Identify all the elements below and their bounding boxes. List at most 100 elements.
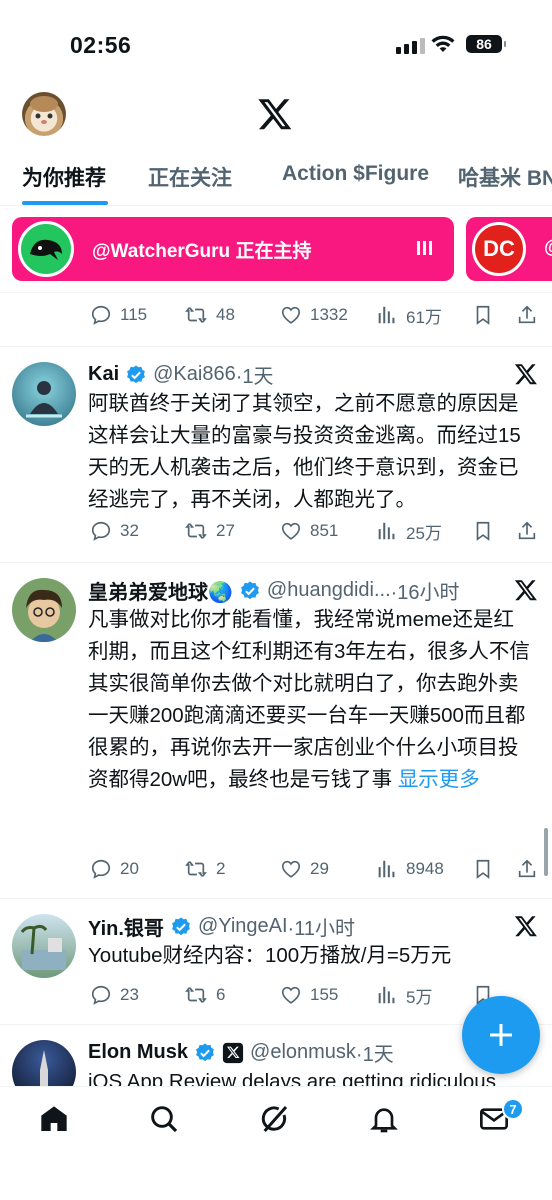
reply-icon [91, 305, 111, 325]
share-icon[interactable] [516, 304, 538, 326]
views-button[interactable]: 8948 [376, 858, 470, 880]
like-count: 1332 [310, 305, 348, 324]
reply-count: 32 [120, 521, 139, 540]
author-name[interactable]: Kai [88, 363, 119, 386]
tweet-text: 阿联酋终于关闭了其领空，之前不愿意的原因是这样会让大量的富豪与投资资金逃离。而经… [88, 392, 521, 511]
tweet-actions: 115 48 1332 61万 [90, 300, 540, 330]
timeline-tabs: 为你推荐 正在关注 Action $Figure 哈基米 BN [0, 148, 552, 206]
retweet-count: 48 [216, 305, 235, 324]
x-logo-icon[interactable] [256, 96, 294, 132]
tweet-time: ·16小时 [390, 582, 460, 604]
reply-button[interactable]: 32 [90, 520, 184, 542]
like-icon [281, 860, 301, 878]
like-count: 29 [310, 859, 329, 878]
space-host-label: @WatcherGuru 正在主持 [92, 240, 312, 262]
verified-badge-icon [127, 364, 146, 383]
reply-button[interactable]: 20 [90, 858, 184, 880]
like-button[interactable]: 29 [280, 858, 376, 880]
profile-avatar[interactable] [22, 92, 66, 136]
retweet-button[interactable]: 27 [184, 520, 280, 542]
scrollbar[interactable] [544, 828, 548, 876]
reply-icon [91, 985, 111, 1005]
tab-hachimi[interactable]: 哈基米 BN [458, 162, 552, 192]
share-icon[interactable] [516, 520, 538, 542]
retweet-icon [185, 523, 207, 539]
tweet-actions: 23 6 155 5万 [90, 980, 540, 1010]
author-name[interactable]: Elon Musk [88, 1041, 188, 1064]
bookmark-icon[interactable] [472, 304, 494, 326]
reply-button[interactable]: 115 [90, 304, 184, 326]
like-button[interactable]: 851 [280, 520, 376, 542]
author-name[interactable]: Yin.银哥 [88, 912, 164, 941]
views-button[interactable]: 61万 [376, 303, 470, 328]
retweet-icon [185, 307, 207, 323]
like-icon [281, 986, 301, 1004]
view-count: 25万 [406, 523, 442, 543]
views-icon [378, 306, 395, 324]
views-icon [378, 860, 395, 878]
reply-count: 20 [120, 859, 139, 878]
author-handle[interactable]: @elonmusk [250, 1041, 356, 1064]
tab-for-you[interactable]: 为你推荐 [22, 162, 106, 192]
retweet-button[interactable]: 48 [184, 304, 280, 326]
divider [0, 346, 552, 347]
space-host-avatar [18, 221, 74, 277]
verified-badge-icon [196, 1042, 214, 1061]
tweet-text-body: 凡事做对比你才能看懂，我经常说meme还是红利期，而且这个红利期还有3年左右，很… [88, 608, 530, 791]
retweet-button[interactable]: 2 [184, 858, 280, 880]
verified-badge-icon [241, 580, 259, 599]
tab-indicator [22, 201, 108, 205]
share-icon[interactable] [516, 858, 538, 880]
bookmark-icon[interactable] [472, 520, 494, 542]
author-avatar[interactable] [12, 914, 76, 978]
grok-icon[interactable] [258, 1103, 290, 1135]
reply-icon [91, 859, 111, 879]
divider [0, 898, 552, 899]
retweet-button[interactable]: 6 [184, 984, 280, 1006]
space-card[interactable]: DC @ [466, 217, 552, 281]
author-name[interactable]: 皇弟弟爱地球🌏 [88, 576, 233, 605]
author-handle[interactable]: @Kai866 [153, 363, 236, 386]
retweet-icon [185, 861, 207, 877]
compose-button[interactable] [462, 996, 540, 1074]
tweet-header: Yin.银哥 @YingeAI ·11小时 [88, 912, 355, 941]
tab-following[interactable]: 正在关注 [148, 162, 232, 192]
home-icon[interactable] [38, 1103, 70, 1135]
wifi-icon [431, 35, 455, 52]
view-count: 61万 [406, 307, 442, 327]
bookmark-icon[interactable] [472, 858, 494, 880]
x-logo-icon [514, 364, 537, 385]
like-button[interactable]: 155 [280, 984, 376, 1006]
like-button[interactable]: 1332 [280, 304, 376, 326]
author-handle[interactable]: @huangdidi... [267, 579, 391, 602]
author-avatar[interactable] [12, 578, 76, 642]
tab-action-figure[interactable]: Action $Figure [282, 162, 429, 186]
retweet-count: 27 [216, 521, 235, 540]
x-logo-icon [514, 580, 537, 601]
x-logo-icon [514, 916, 537, 937]
author-avatar[interactable] [12, 362, 76, 426]
tweet-header: Kai @Kai866·1天 [88, 360, 274, 389]
like-icon [281, 306, 301, 324]
divider [0, 562, 552, 563]
tweet-text: 凡事做对比你才能看懂，我经常说meme还是红利期，而且这个红利期还有3年左右，很… [88, 604, 534, 796]
reply-count: 23 [120, 985, 139, 1004]
signal-icon [396, 38, 425, 54]
space-host-avatar: DC [472, 222, 526, 276]
spaces-bar: @WatcherGuru 正在主持 DC @ [0, 215, 552, 285]
author-handle[interactable]: @YingeAI [198, 915, 288, 938]
reply-icon [91, 521, 111, 541]
views-button[interactable]: 5万 [376, 983, 470, 1008]
battery-icon: 86 [466, 35, 506, 53]
views-button[interactable]: 25万 [376, 519, 470, 544]
show-more-link[interactable]: 显示更多 [398, 768, 480, 791]
space-card[interactable]: @WatcherGuru 正在主持 [12, 217, 454, 281]
tweet-time: ·1天 [235, 366, 274, 388]
x-affiliate-badge-icon [222, 1042, 244, 1063]
reply-button[interactable]: 23 [90, 984, 184, 1006]
audio-bars-icon [417, 241, 432, 255]
search-icon[interactable] [148, 1103, 180, 1135]
notifications-icon[interactable] [368, 1103, 400, 1135]
retweet-count: 2 [216, 859, 226, 878]
bottom-nav [0, 1086, 552, 1200]
